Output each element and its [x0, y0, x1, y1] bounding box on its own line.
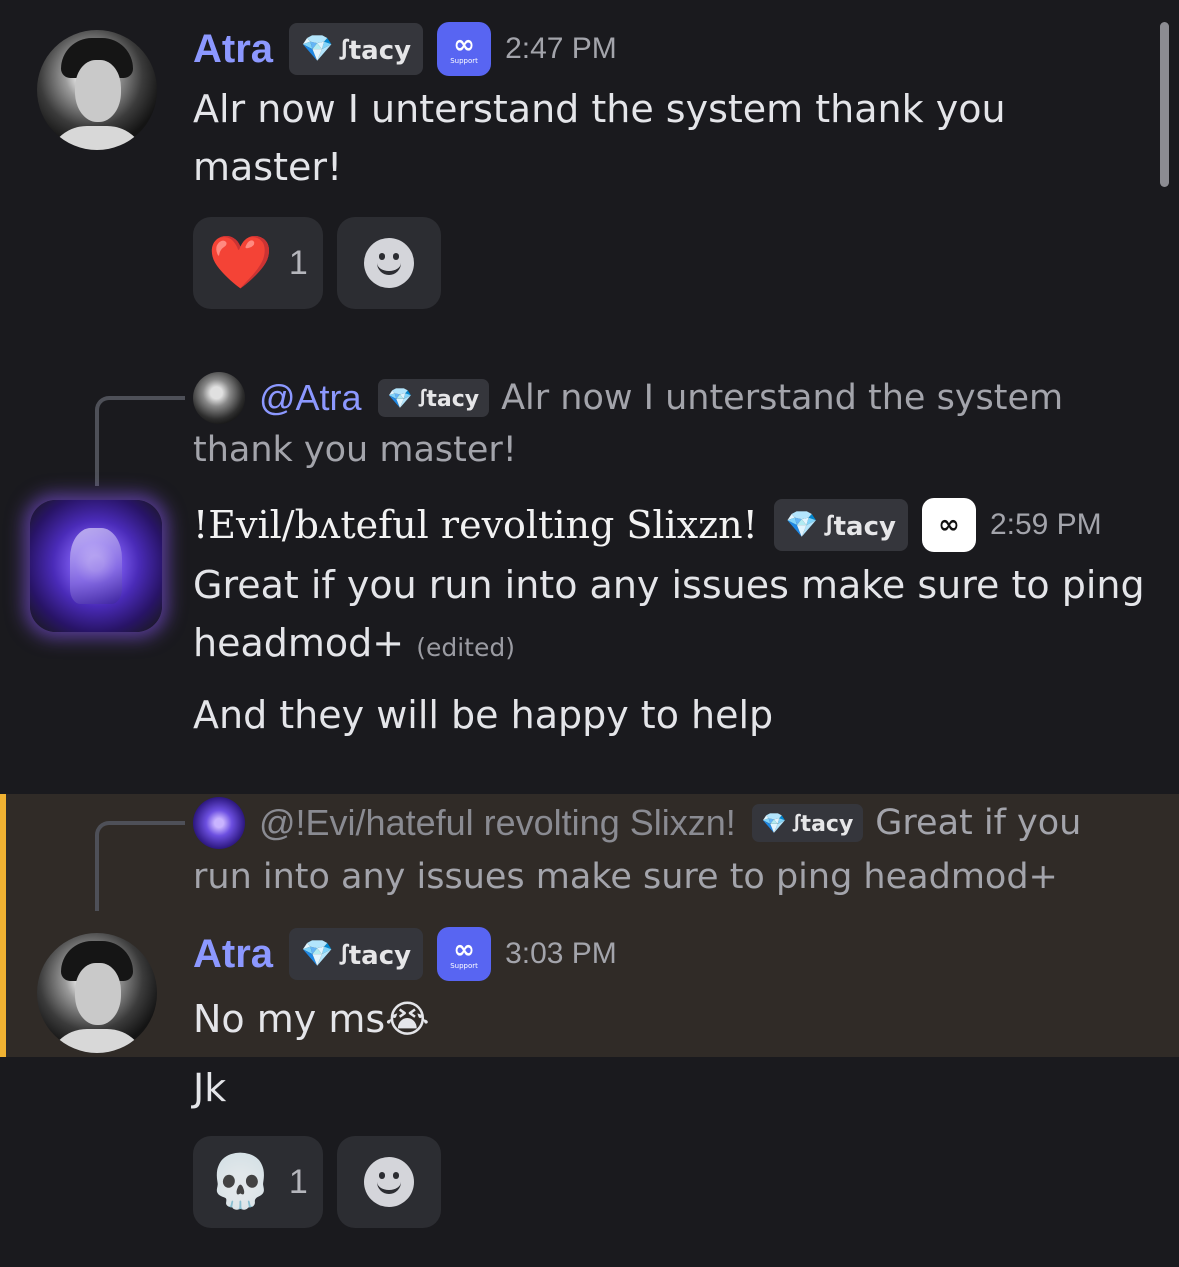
- gem-icon: 💎: [387, 386, 413, 410]
- chat-view: Atra 💎 ꭍtacy ∞ Support 2:47 PM Alr now I…: [0, 0, 1179, 1267]
- reply-avatar: [193, 372, 245, 424]
- reply-mention[interactable]: @!Evi/hateful revolting Slixzn!: [259, 802, 736, 844]
- server-tag[interactable]: 💎 ꭍtacy: [289, 928, 424, 980]
- reaction-heart[interactable]: ❤️ 1: [193, 217, 323, 309]
- server-tag: 💎 ꭍtacy: [751, 804, 864, 842]
- reaction-skull[interactable]: 💀 1: [193, 1136, 323, 1228]
- message-line: Jk: [193, 1066, 227, 1110]
- reply-text-continued: thank you master!: [193, 430, 517, 470]
- message-header: !Evil/bʌteful revolting Slixzn! 💎 ꭍtacy …: [193, 497, 1102, 553]
- reply-connector: [95, 396, 185, 486]
- message-header: Atra 💎 ꭍtacy ∞ Support 2:47 PM: [193, 22, 617, 76]
- message-header: Atra 💎 ꭍtacy ∞ Support 3:03 PM: [193, 927, 617, 981]
- server-tag[interactable]: 💎 ꭍtacy: [773, 499, 908, 551]
- reply-text-continued: run into any issues make sure to ping he…: [193, 857, 1058, 897]
- reply-text: Alr now I unterstand the system: [501, 378, 1064, 418]
- username[interactable]: Atra: [193, 27, 273, 72]
- username[interactable]: Atra: [193, 932, 273, 977]
- gem-icon: 💎: [301, 939, 334, 969]
- message-body: Great if you run into any issues make su…: [193, 556, 1145, 744]
- gem-icon: 💎: [785, 510, 819, 540]
- support-badge[interactable]: ∞ Support: [437, 927, 492, 981]
- message-line: And they will be happy to help: [193, 693, 774, 737]
- reply-avatar: [193, 797, 245, 849]
- reply-preview[interactable]: @!Evi/hateful revolting Slixzn! 💎 ꭍtacy …: [193, 795, 1081, 851]
- smiley-icon: [364, 1157, 414, 1207]
- scrollbar[interactable]: [1160, 22, 1169, 187]
- message-body: No my ms😭 Jk: [193, 990, 430, 1117]
- skull-icon: 💀: [208, 1152, 273, 1212]
- infinity-icon: ∞: [938, 510, 960, 540]
- gem-icon: 💎: [761, 811, 787, 835]
- avatar[interactable]: [37, 933, 157, 1053]
- timestamp: 2:47 PM: [505, 32, 617, 65]
- infinity-icon: ∞: [453, 934, 475, 965]
- timestamp: 3:03 PM: [505, 937, 617, 970]
- add-reaction-button[interactable]: [337, 1136, 441, 1228]
- gem-icon: 💎: [301, 34, 334, 64]
- smiley-icon: [364, 238, 414, 288]
- support-badge[interactable]: ∞ Support: [437, 22, 492, 76]
- add-reaction-button[interactable]: [337, 217, 441, 309]
- reaction-count: 1: [288, 1162, 308, 1201]
- heart-icon: ❤️: [208, 233, 273, 293]
- username[interactable]: !Evil/bʌteful revolting Slixzn!: [193, 503, 758, 547]
- server-tag[interactable]: 💎 ꭍtacy: [289, 23, 424, 75]
- reply-text: Great if you: [875, 803, 1082, 843]
- timestamp: 2:59 PM: [989, 508, 1102, 541]
- server-tag: 💎 ꭍtacy: [377, 379, 490, 417]
- reply-mention[interactable]: @Atra: [259, 377, 362, 419]
- infinity-icon: ∞: [453, 29, 475, 60]
- highlight-bar: [0, 794, 6, 1057]
- edited-label: (edited): [416, 633, 515, 662]
- reply-connector: [95, 821, 185, 911]
- support-badge[interactable]: ∞: [921, 498, 976, 552]
- avatar[interactable]: [37, 30, 157, 150]
- reply-preview[interactable]: @Atra 💎 ꭍtacy Alr now I unterstand the s…: [193, 370, 1063, 426]
- reaction-count: 1: [288, 243, 308, 282]
- message-body: Alr now I unterstand the system thank yo…: [193, 87, 1006, 189]
- avatar[interactable]: [30, 500, 162, 632]
